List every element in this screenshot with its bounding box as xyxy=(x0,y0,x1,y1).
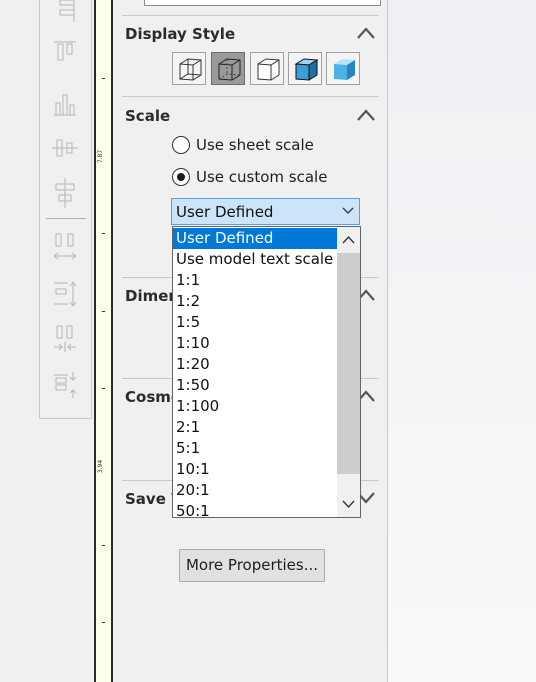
shaded-with-edges-button[interactable] xyxy=(288,52,322,85)
use-custom-scale-label[interactable]: Use custom scale xyxy=(196,168,327,186)
scale-option[interactable]: 1:5 xyxy=(173,312,339,333)
ruler-label: 7.87 xyxy=(97,149,105,164)
collapse-chevron-icon[interactable] xyxy=(357,109,375,121)
hidden-lines-removed-button[interactable] xyxy=(250,52,284,85)
dimension-text-title: Dimer xyxy=(125,287,176,305)
align-center-icon[interactable] xyxy=(52,178,78,208)
scrollbar-thumb[interactable] xyxy=(337,253,360,474)
scale-option[interactable]: User Defined xyxy=(173,228,339,249)
shaded-with-edges-icon xyxy=(294,58,319,81)
display-style-title: Display Style xyxy=(125,25,236,43)
hidden-lines-visible-icon xyxy=(218,58,241,81)
space-vertical-icon[interactable] xyxy=(52,280,78,310)
collapse-chevron-icon[interactable] xyxy=(357,27,375,39)
toolbar-separator xyxy=(46,218,86,219)
hidden-lines-removed-icon xyxy=(257,58,280,81)
scale-option[interactable]: 10:1 xyxy=(173,459,339,480)
scale-option[interactable]: 1:50 xyxy=(173,375,339,396)
scale-option[interactable]: 1:1 xyxy=(173,270,339,291)
wireframe-icon xyxy=(179,58,202,81)
scale-combo-value: User Defined xyxy=(176,203,274,221)
scroll-down-icon[interactable] xyxy=(337,493,360,515)
scale-dropdown-list[interactable]: User Defined Use model text scale 1:1 1:… xyxy=(172,226,361,518)
graphics-area[interactable] xyxy=(388,0,536,682)
scale-option[interactable]: 5:1 xyxy=(173,438,339,459)
hidden-lines-visible-button[interactable] xyxy=(211,52,245,85)
use-sheet-scale-label[interactable]: Use sheet scale xyxy=(196,136,314,154)
scale-combo-box[interactable]: User Defined xyxy=(171,198,360,225)
align-middle-icon[interactable] xyxy=(52,134,78,164)
section-divider xyxy=(122,15,379,16)
dropdown-scrollbar[interactable] xyxy=(337,227,360,517)
scale-option[interactable]: 50:1 xyxy=(173,501,339,517)
scale-option[interactable]: 20:1 xyxy=(173,480,339,501)
top-input-field[interactable] xyxy=(144,0,381,6)
scale-option[interactable]: 1:2 xyxy=(173,291,339,312)
compact-horizontal-icon[interactable] xyxy=(52,324,78,354)
scale-option[interactable]: 1:20 xyxy=(173,354,339,375)
wireframe-button[interactable] xyxy=(172,52,206,85)
scale-option[interactable]: 2:1 xyxy=(173,417,339,438)
scroll-up-icon[interactable] xyxy=(337,229,360,251)
scale-option[interactable]: 1:10 xyxy=(173,333,339,354)
scale-title: Scale xyxy=(125,107,171,125)
ruler-label: 3.94 xyxy=(97,459,105,474)
compact-vertical-icon[interactable] xyxy=(52,370,78,400)
align-top-icon[interactable] xyxy=(52,0,78,28)
radio-selected-dot xyxy=(177,173,185,181)
shaded-button[interactable] xyxy=(326,52,360,85)
alignment-toolbar xyxy=(39,0,92,419)
shaded-icon xyxy=(334,59,355,80)
align-top-edge-icon[interactable] xyxy=(52,38,78,68)
space-horizontal-icon[interactable] xyxy=(52,232,78,262)
use-sheet-scale-radio[interactable] xyxy=(172,136,190,154)
section-divider xyxy=(122,96,379,97)
chevron-down-icon[interactable] xyxy=(342,207,354,215)
scale-option[interactable]: 1:100 xyxy=(173,396,339,417)
align-bottom-edge-icon[interactable] xyxy=(52,91,78,121)
use-custom-scale-radio[interactable] xyxy=(172,168,190,186)
more-properties-button[interactable]: More Properties... xyxy=(179,549,325,582)
scale-option[interactable]: Use model text scale xyxy=(173,249,339,270)
vertical-ruler xyxy=(96,0,111,682)
